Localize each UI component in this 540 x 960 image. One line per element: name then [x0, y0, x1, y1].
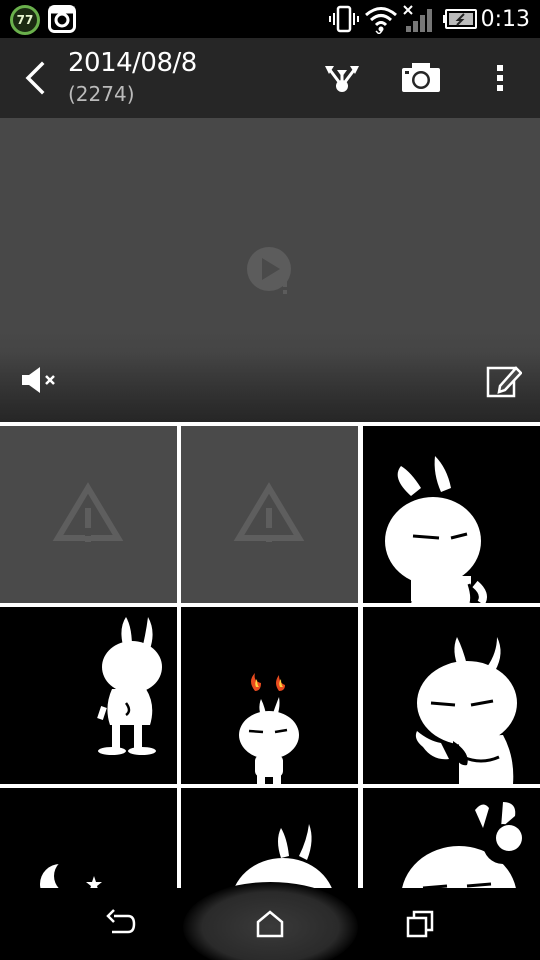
- rabbit-sticker-image: [97, 617, 162, 755]
- vibrate-icon: [329, 5, 359, 33]
- rabbit-sticker-image: [385, 456, 487, 603]
- action-bar: 2014/08/8 (2274): [0, 38, 540, 118]
- video-shade: [0, 352, 540, 422]
- instagram-icon: [48, 5, 76, 33]
- back-icon[interactable]: [14, 56, 54, 100]
- thumbnail-sticker[interactable]: [181, 607, 358, 784]
- wifi-icon: [365, 7, 397, 34]
- rabbit-sticker-image: [415, 637, 517, 784]
- navigation-bar: [0, 882, 540, 960]
- battery-charging-icon: [443, 9, 477, 29]
- rabbit-sticker-image: [40, 858, 102, 888]
- play-error-icon: [247, 247, 291, 294]
- broken-image-icon: [233, 482, 305, 542]
- home-icon[interactable]: [250, 906, 290, 942]
- item-count: (2274): [68, 82, 135, 106]
- notification-badge-icon: 77: [10, 5, 40, 35]
- back-nav-icon[interactable]: [100, 906, 140, 942]
- thumbnail-sticker[interactable]: [363, 607, 540, 784]
- mute-icon[interactable]: [20, 364, 60, 396]
- rabbit-sticker-image: [402, 802, 523, 888]
- no-signal-icon: [403, 5, 432, 32]
- thumbnail-sticker[interactable]: [181, 788, 358, 888]
- status-bar: 77 0:13: [0, 0, 540, 38]
- album-title: 2014/08/8: [68, 48, 197, 78]
- overflow-menu-icon[interactable]: [488, 56, 512, 100]
- recent-apps-icon[interactable]: [400, 906, 440, 942]
- thumbnail-sticker[interactable]: [363, 788, 540, 888]
- thumbnail-sticker[interactable]: [0, 607, 177, 784]
- broken-image-icon: [52, 482, 124, 542]
- rabbit-sticker-image: [239, 673, 299, 784]
- camera-icon[interactable]: [400, 56, 442, 100]
- rabbit-sticker-image: [234, 824, 332, 888]
- clock: 0:13: [480, 7, 530, 32]
- thumbnail-grid: [0, 422, 540, 888]
- edit-icon[interactable]: [486, 362, 522, 398]
- thumbnail-sticker[interactable]: [0, 788, 177, 888]
- thumbnail-broken[interactable]: [181, 426, 358, 603]
- thumbnail-broken[interactable]: [0, 426, 177, 603]
- video-preview[interactable]: [0, 118, 540, 422]
- thumbnail-sticker[interactable]: [363, 426, 540, 603]
- share-icon[interactable]: [322, 56, 362, 100]
